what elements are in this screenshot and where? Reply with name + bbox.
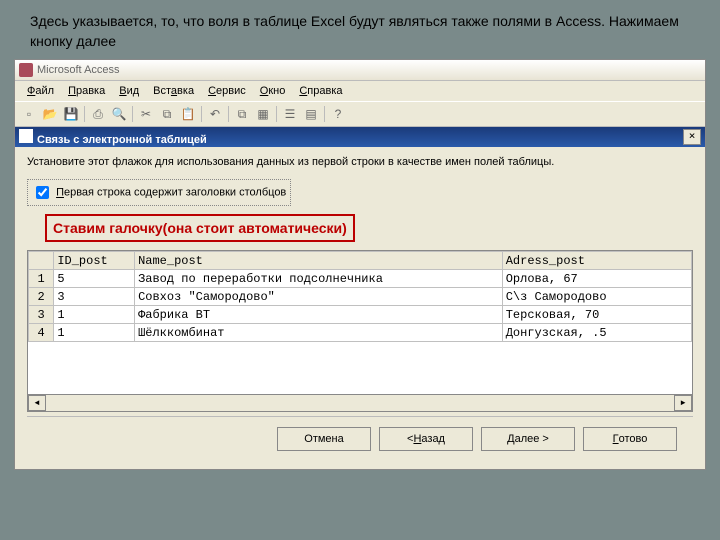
cancel-button[interactable]: Отмена [277, 427, 371, 451]
annotation-callout: Ставим галочку(она стоит автоматически) [45, 214, 355, 242]
finish-button[interactable]: Готово [583, 427, 677, 451]
table-row: 15Завод по переработки подсолнечникаОрло… [29, 270, 692, 288]
wizard-titlebar: Связь с электронной таблицей × [15, 127, 705, 147]
menu-help[interactable]: Справка [293, 83, 348, 99]
next-button[interactable]: Далее > [481, 427, 575, 451]
wizard-icon [19, 129, 33, 143]
app-title: Microsoft Access [37, 64, 120, 76]
print-icon[interactable]: ⎙ [88, 105, 108, 123]
checkbox-label: Первая строка содержит заголовки столбцо… [56, 187, 286, 199]
toolbar: ▫ 📂 💾 ⎙ 🔍 ✂ ⧉ 📋 ↶ ⧉ ▦ ☰ ▤ ? [15, 101, 705, 127]
menu-edit[interactable]: Правка [62, 83, 111, 99]
new-icon[interactable]: ▫ [19, 105, 39, 123]
menu-insert[interactable]: Вставка [147, 83, 200, 99]
scroll-right-icon[interactable]: ► [674, 395, 692, 411]
menubar: Файл Правка Вид Вставка Сервис Окно Спра… [15, 81, 705, 101]
table-row: 41ШёлккомбинатДонгузская, .5 [29, 324, 692, 342]
analyze-icon[interactable]: ▦ [253, 105, 273, 123]
close-icon[interactable]: × [683, 129, 701, 145]
menu-view[interactable]: Вид [113, 83, 145, 99]
wizard-buttons: Отмена < Назад Далее > Готово [27, 416, 693, 461]
first-row-header-checkbox[interactable] [36, 186, 49, 199]
wizard-title-text: Связь с электронной таблицей [37, 134, 207, 146]
checkbox-row[interactable]: Первая строка содержит заголовки столбцо… [27, 179, 291, 206]
cut-icon[interactable]: ✂ [136, 105, 156, 123]
instruction-text: Установите этот флажок для использования… [27, 155, 693, 169]
table-row: 23Совхоз "Самородово"С\з Самородово [29, 288, 692, 306]
access-window: Microsoft Access Файл Правка Вид Вставка… [14, 59, 706, 470]
open-icon[interactable]: 📂 [40, 105, 60, 123]
header-id[interactable]: ID_post [54, 252, 135, 270]
corner-cell [29, 252, 54, 270]
help-icon[interactable]: ? [328, 105, 348, 123]
back-button[interactable]: < Назад [379, 427, 473, 451]
copy-icon[interactable]: ⧉ [157, 105, 177, 123]
menu-file[interactable]: Файл [21, 83, 60, 99]
preview-icon[interactable]: 🔍 [109, 105, 129, 123]
app-titlebar: Microsoft Access [15, 60, 705, 81]
props-icon[interactable]: ☰ [280, 105, 300, 123]
menu-service[interactable]: Сервис [202, 83, 252, 99]
paste-icon[interactable]: 📋 [178, 105, 198, 123]
data-grid: ID_post Name_post Adress_post 15Завод по… [27, 250, 693, 412]
scroll-left-icon[interactable]: ◄ [28, 395, 46, 411]
header-name[interactable]: Name_post [135, 252, 503, 270]
access-icon [19, 63, 33, 77]
page-caption: Здесь указывается, то, что воля в таблиц… [0, 0, 720, 55]
save-icon[interactable]: 💾 [61, 105, 81, 123]
table-row: 31Фабрика ВТТерсковая, 70 [29, 306, 692, 324]
wizard-body: Установите этот флажок для использования… [15, 147, 705, 469]
grid-empty [28, 342, 692, 394]
relations-icon[interactable]: ⧉ [232, 105, 252, 123]
menu-window[interactable]: Окно [254, 83, 292, 99]
header-adr[interactable]: Adress_post [502, 252, 691, 270]
undo-icon[interactable]: ↶ [205, 105, 225, 123]
code-icon[interactable]: ▤ [301, 105, 321, 123]
horizontal-scrollbar[interactable]: ◄ ► [28, 394, 692, 411]
